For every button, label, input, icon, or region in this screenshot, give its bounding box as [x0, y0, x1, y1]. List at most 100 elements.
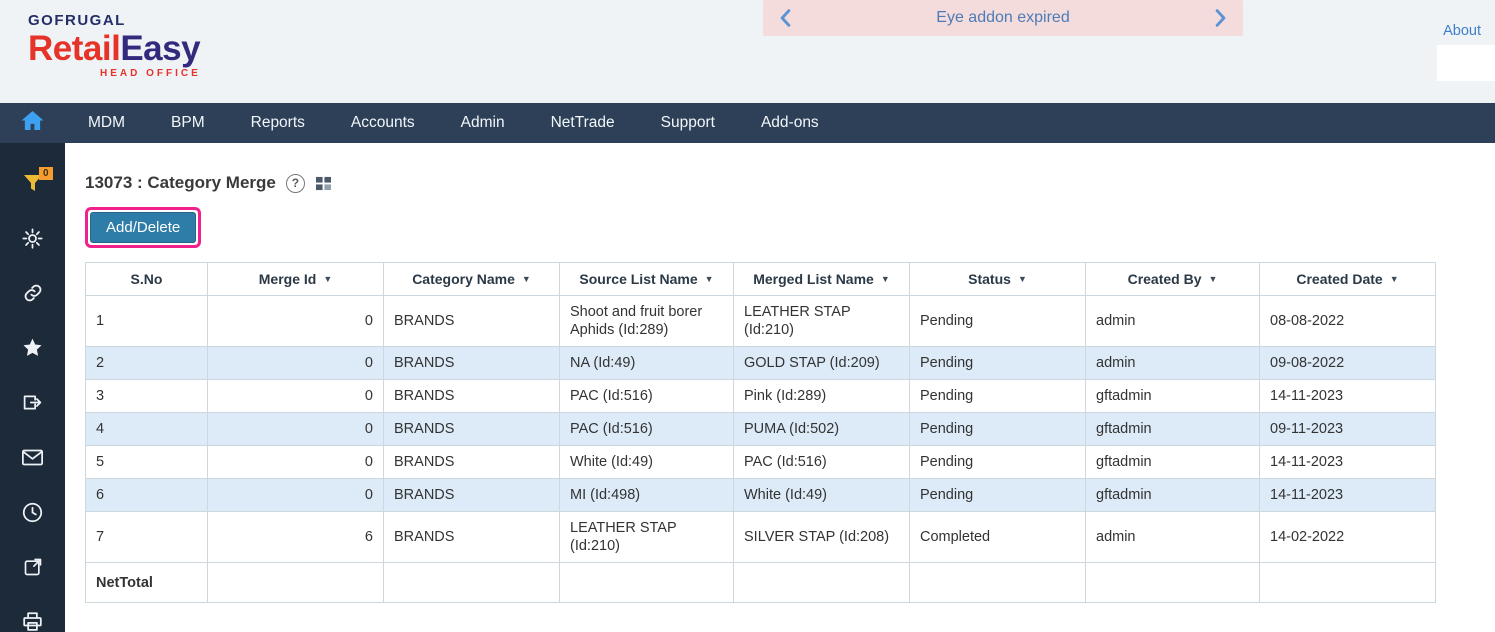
sort-arrow-icon[interactable]: ▼ [323, 274, 332, 284]
table-cell: admin [1086, 512, 1260, 563]
table-cell: BRANDS [384, 479, 560, 512]
table-row[interactable]: 60BRANDSMI (Id:498)White (Id:49)Pendingg… [86, 479, 1436, 512]
table-row[interactable]: 76BRANDSLEATHER STAP (Id:210)SILVER STAP… [86, 512, 1436, 563]
nav-item-add-ons[interactable]: Add-ons [738, 103, 842, 143]
column-header-created-date[interactable]: Created Date▼ [1260, 263, 1436, 296]
footer-cell [910, 563, 1086, 603]
table-cell: NA (Id:49) [560, 347, 734, 380]
mail-icon[interactable] [22, 447, 44, 468]
table-cell: SILVER STAP (Id:208) [734, 512, 910, 563]
column-header-status[interactable]: Status▼ [910, 263, 1086, 296]
table-cell: Pink (Id:289) [734, 380, 910, 413]
nav-items: MDMBPMReportsAccountsAdminNetTradeSuppor… [65, 103, 842, 143]
table-cell: 14-11-2023 [1260, 479, 1436, 512]
sort-arrow-icon[interactable]: ▼ [705, 274, 714, 284]
nav-item-nettrade[interactable]: NetTrade [528, 103, 638, 143]
sort-arrow-icon[interactable]: ▼ [522, 274, 531, 284]
grid-icon[interactable] [315, 176, 332, 191]
about-panel [1437, 45, 1495, 81]
table-cell: 1 [86, 296, 208, 347]
notification-banner: Eye addon expired [763, 0, 1243, 36]
brand-product-part2: Easy [120, 29, 200, 68]
table-row[interactable]: 30BRANDSPAC (Id:516)Pink (Id:289)Pending… [86, 380, 1436, 413]
table-cell: 0 [208, 380, 384, 413]
table-row[interactable]: 40BRANDSPAC (Id:516)PUMA (Id:502)Pending… [86, 413, 1436, 446]
column-header-source-list-name[interactable]: Source List Name ▼ [560, 263, 734, 296]
table-cell: White (Id:49) [734, 479, 910, 512]
column-header-category-name[interactable]: Category Name ▼ [384, 263, 560, 296]
table-cell: admin [1086, 347, 1260, 380]
footer-cell [1086, 563, 1260, 603]
table-cell: 0 [208, 413, 384, 446]
banner-next-icon[interactable] [1214, 9, 1227, 27]
table-cell: BRANDS [384, 296, 560, 347]
table-row[interactable]: 10BRANDSShoot and fruit borer Aphids (Id… [86, 296, 1436, 347]
app-window: GOFRUGAL RetailEasy HEAD OFFICE Eye addo… [0, 0, 1495, 632]
sort-arrow-icon[interactable]: ▼ [1390, 274, 1399, 284]
column-label: Category Name [412, 271, 515, 287]
table-cell: Pending [910, 446, 1086, 479]
gear-icon[interactable] [22, 228, 44, 249]
table-header-row: S.NoMerge Id▼Category Name▼Source List N… [86, 263, 1436, 296]
column-label: S.No [131, 271, 163, 287]
nav-item-mdm[interactable]: MDM [65, 103, 148, 143]
footer-cell [208, 563, 384, 603]
footer-cell [560, 563, 734, 603]
table-cell: 14-11-2023 [1260, 380, 1436, 413]
table-cell: 0 [208, 296, 384, 347]
table-cell: MI (Id:498) [560, 479, 734, 512]
table-cell: 2 [86, 347, 208, 380]
about-link[interactable]: About [1443, 23, 1481, 39]
table-cell: PAC (Id:516) [560, 413, 734, 446]
table-cell: 0 [208, 446, 384, 479]
table-row[interactable]: 20BRANDSNA (Id:49)GOLD STAP (Id:209)Pend… [86, 347, 1436, 380]
table-footer-row: NetTotal [86, 563, 1436, 603]
sort-arrow-icon[interactable]: ▼ [1209, 274, 1218, 284]
link-icon[interactable] [22, 283, 44, 304]
column-header-created-by[interactable]: Created By▼ [1086, 263, 1260, 296]
table-cell: gftadmin [1086, 413, 1260, 446]
nav-item-reports[interactable]: Reports [228, 103, 328, 143]
nettotal-label: NetTotal [86, 563, 208, 603]
sort-arrow-icon[interactable]: ▼ [1018, 274, 1027, 284]
add-delete-button[interactable]: Add/Delete [90, 212, 196, 243]
nav-item-bpm[interactable]: BPM [148, 103, 228, 143]
table-cell: 6 [208, 512, 384, 563]
table-cell: Pending [910, 380, 1086, 413]
column-label: Merge Id [259, 271, 317, 287]
table-cell: Pending [910, 479, 1086, 512]
forward-icon[interactable] [22, 392, 44, 413]
table-cell: LEATHER STAP (Id:210) [734, 296, 910, 347]
star-icon[interactable] [22, 337, 44, 358]
column-label: Source List Name [579, 271, 697, 287]
column-header-merged-list-name[interactable]: Merged List Name▼ [734, 263, 910, 296]
table-cell: LEATHER STAP (Id:210) [560, 512, 734, 563]
table-cell: PAC (Id:516) [734, 446, 910, 479]
table-cell: 08-08-2022 [1260, 296, 1436, 347]
main-content: 13073 : Category Merge ? Add/Delete S.No… [65, 143, 1495, 632]
body-row: 0 [0, 143, 1495, 632]
table-cell: gftadmin [1086, 479, 1260, 512]
home-tab[interactable] [0, 103, 65, 143]
help-icon[interactable]: ? [286, 174, 305, 193]
table-cell: White (Id:49) [560, 446, 734, 479]
banner-prev-icon[interactable] [779, 9, 792, 27]
category-merge-table: S.NoMerge Id▼Category Name▼Source List N… [85, 262, 1436, 603]
filter-badge: 0 [39, 167, 53, 180]
table-cell: 09-11-2023 [1260, 413, 1436, 446]
filter-icon[interactable]: 0 [22, 173, 44, 194]
column-header-merge-id[interactable]: Merge Id ▼ [208, 263, 384, 296]
nav-item-admin[interactable]: Admin [438, 103, 528, 143]
nav-item-support[interactable]: Support [638, 103, 738, 143]
nav-item-accounts[interactable]: Accounts [328, 103, 438, 143]
clock-icon[interactable] [22, 502, 44, 523]
calendar-export-icon[interactable] [22, 557, 44, 578]
table-cell: BRANDS [384, 347, 560, 380]
sort-arrow-icon[interactable]: ▼ [881, 274, 890, 284]
table-cell: gftadmin [1086, 380, 1260, 413]
printer-icon[interactable] [22, 611, 44, 632]
brand-product-part1: Retail [28, 29, 120, 68]
table-row[interactable]: 50BRANDSWhite (Id:49)PAC (Id:516)Pending… [86, 446, 1436, 479]
column-header-s-no: S.No [86, 263, 208, 296]
table-cell: 14-02-2022 [1260, 512, 1436, 563]
